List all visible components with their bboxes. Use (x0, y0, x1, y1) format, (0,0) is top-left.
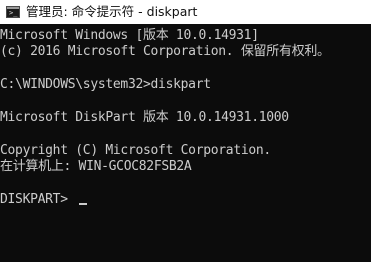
console-output[interactable]: Microsoft Windows [版本 10.0.14931] (c) 20… (0, 26, 371, 262)
console-line-command: C:\WINDOWS\system32>diskpart (0, 77, 211, 92)
console-line-copyright: (c) 2016 Microsoft Corporation. 保留所有权利。 (0, 44, 330, 59)
console-line-diskpart-version: Microsoft DiskPart 版本 10.0.14931.1000 (0, 110, 289, 125)
console-line-version: Microsoft Windows [版本 10.0.14931] (0, 28, 259, 43)
cmd-icon[interactable]: >_ (6, 6, 20, 18)
console-line-diskpart-copyright: Copyright (C) Microsoft Corporation. (0, 143, 271, 158)
title-bar[interactable]: >_ 管理员: 命令提示符 - diskpart (0, 0, 371, 24)
console-line-prompt[interactable]: DISKPART> (0, 192, 75, 208)
console-line-computer: 在计算机上: WIN-GCOC82FSB2A (0, 159, 192, 174)
window-title: 管理员: 命令提示符 - diskpart (26, 4, 198, 19)
text-cursor (79, 203, 87, 205)
command-prompt-window: >_ 管理员: 命令提示符 - diskpart Microsoft Windo… (0, 0, 371, 262)
